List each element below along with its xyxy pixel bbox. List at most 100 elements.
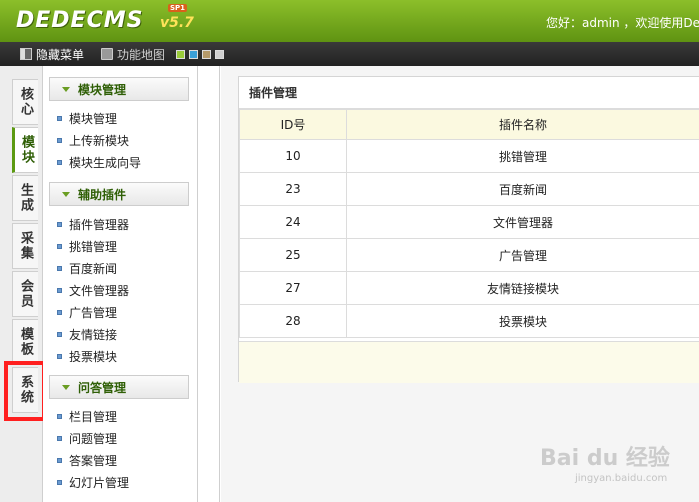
menu-item-question-manage[interactable]: 问题管理 bbox=[57, 429, 117, 447]
cell-id: 28 bbox=[239, 304, 347, 338]
tab-core[interactable]: 核心 bbox=[12, 79, 38, 125]
menu-item-label: 栏目管理 bbox=[69, 409, 118, 424]
menu-item-slideshow-manage[interactable]: 幻灯片管理 bbox=[57, 473, 129, 491]
table-row[interactable]: 23 百度新闻 bbox=[239, 172, 699, 206]
function-map-button[interactable]: 功能地图 bbox=[101, 46, 165, 62]
menu-item-baidu-news[interactable]: 百度新闻 bbox=[57, 259, 117, 277]
bullet-icon bbox=[57, 479, 62, 485]
menu-item-plugin-manager[interactable]: 插件管理器 bbox=[57, 215, 129, 233]
menu-item-ad-manage[interactable]: 广告管理 bbox=[57, 303, 117, 321]
collapse-triangle-icon bbox=[62, 384, 70, 390]
tab-template[interactable]: 模板 bbox=[12, 319, 38, 365]
menu-item-label: 模块生成向导 bbox=[69, 155, 142, 170]
welcome-text: 您好：admin ，欢迎使用De bbox=[546, 16, 699, 30]
bullet-icon bbox=[57, 435, 62, 441]
bullet-icon bbox=[57, 243, 62, 249]
menu-item-file-manager[interactable]: 文件管理器 bbox=[57, 281, 129, 299]
main-tab-column: 核心 模块 生成 采集 会员 模板 系统 bbox=[0, 66, 43, 502]
menu-section-title: 问答管理 bbox=[78, 380, 127, 395]
menu-section-title: 辅助插件 bbox=[78, 187, 127, 202]
app-root: DEDECMS SP1 v5.7 您好：admin ，欢迎使用De 隐藏菜单 功… bbox=[0, 0, 699, 502]
panel-title: 插件管理 bbox=[239, 77, 699, 109]
menu-section-qa[interactable]: 问答管理 bbox=[49, 375, 189, 399]
bullet-icon bbox=[57, 287, 62, 293]
version-label: v5.7 bbox=[160, 15, 194, 31]
cell-id: 24 bbox=[239, 205, 347, 239]
bullet-icon bbox=[57, 265, 62, 271]
theme-swatch-brown[interactable] bbox=[202, 50, 211, 59]
cell-id: 10 bbox=[239, 139, 347, 173]
dedecms-logo: DEDECMS bbox=[16, 8, 144, 33]
cell-name: 挑错管理 bbox=[346, 139, 699, 173]
plugin-table: ID号 插件名称 10 挑错管理 23 百度新闻 24 文件管理器 25 广告管理 27… bbox=[239, 109, 699, 338]
cell-name: 投票模块 bbox=[346, 304, 699, 338]
table-header-row: ID号 插件名称 bbox=[239, 109, 699, 140]
menu-item-label: 百度新闻 bbox=[69, 261, 118, 276]
table-row[interactable]: 25 广告管理 bbox=[239, 238, 699, 272]
menu-item-module-wizard[interactable]: 模块生成向导 bbox=[57, 153, 141, 171]
table-row[interactable]: 24 文件管理器 bbox=[239, 205, 699, 239]
hide-menu-button[interactable]: 隐藏菜单 bbox=[20, 46, 84, 62]
menu-item-friend-links[interactable]: 友情链接 bbox=[57, 325, 117, 343]
cell-name: 文件管理器 bbox=[346, 205, 699, 239]
cell-id: 23 bbox=[239, 172, 347, 206]
menu-item-error-manage[interactable]: 挑错管理 bbox=[57, 237, 117, 255]
bullet-icon bbox=[57, 159, 62, 165]
column-header-id: ID号 bbox=[239, 109, 347, 140]
hide-menu-icon bbox=[20, 48, 32, 60]
red-highlight-box bbox=[4, 361, 46, 421]
menu-item-label: 广告管理 bbox=[69, 305, 118, 320]
bullet-icon bbox=[57, 115, 62, 121]
cell-id: 27 bbox=[239, 271, 347, 305]
bullet-icon bbox=[57, 137, 62, 143]
collapse-triangle-icon bbox=[62, 86, 70, 92]
column-header-name: 插件名称 bbox=[346, 109, 699, 140]
toolbar: 隐藏菜单 功能地图 bbox=[0, 42, 699, 66]
menu-item-vote-module[interactable]: 投票模块 bbox=[57, 347, 117, 365]
menu-item-label: 上传新模块 bbox=[69, 133, 130, 148]
cell-name: 百度新闻 bbox=[346, 172, 699, 206]
cell-name: 友情链接模块 bbox=[346, 271, 699, 305]
table-row[interactable]: 28 投票模块 bbox=[239, 304, 699, 338]
top-header: DEDECMS SP1 v5.7 您好：admin ，欢迎使用De bbox=[0, 0, 699, 42]
menu-item-module-manage[interactable]: 模块管理 bbox=[57, 109, 117, 127]
tab-module[interactable]: 模块 bbox=[12, 127, 38, 173]
tab-member[interactable]: 会员 bbox=[12, 271, 38, 317]
menu-item-label: 投票模块 bbox=[69, 349, 118, 364]
hide-menu-label: 隐藏菜单 bbox=[36, 47, 85, 62]
bullet-icon bbox=[57, 331, 62, 337]
theme-swatch-gray[interactable] bbox=[215, 50, 224, 59]
menu-item-upload-module[interactable]: 上传新模块 bbox=[57, 131, 129, 149]
map-icon bbox=[101, 48, 113, 60]
sp1-badge: SP1 bbox=[168, 4, 188, 12]
bullet-icon bbox=[57, 353, 62, 359]
menu-item-label: 友情链接 bbox=[69, 327, 118, 342]
main-content: 插件管理 ID号 插件名称 10 挑错管理 23 百度新闻 24 文件管理器 25 广告… bbox=[221, 66, 699, 502]
frame-splitter[interactable] bbox=[198, 66, 220, 502]
table-row[interactable]: 10 挑错管理 bbox=[239, 139, 699, 173]
table-row[interactable]: 27 友情链接模块 bbox=[239, 271, 699, 305]
menu-item-label: 插件管理器 bbox=[69, 217, 130, 232]
collapse-triangle-icon bbox=[62, 191, 70, 197]
menu-item-label: 答案管理 bbox=[69, 453, 118, 468]
bullet-icon bbox=[57, 309, 62, 315]
sidebar-menu: 模块管理 模块管理 上传新模块 模块生成向导 辅助插件 插件管理器 挑错管理 百… bbox=[43, 66, 198, 502]
baidu-watermark-url: jingyan.baidu.com bbox=[575, 473, 668, 484]
plugin-manager-panel: 插件管理 ID号 插件名称 10 挑错管理 23 百度新闻 24 文件管理器 25 广告… bbox=[238, 76, 699, 383]
tab-generate[interactable]: 生成 bbox=[12, 175, 38, 221]
tab-collect[interactable]: 采集 bbox=[12, 223, 38, 269]
menu-section-plugins[interactable]: 辅助插件 bbox=[49, 182, 189, 206]
cell-name: 广告管理 bbox=[346, 238, 699, 272]
menu-item-label: 幻灯片管理 bbox=[69, 475, 130, 490]
bullet-icon bbox=[57, 457, 62, 463]
menu-item-column-manage[interactable]: 栏目管理 bbox=[57, 407, 117, 425]
menu-section-title: 模块管理 bbox=[78, 82, 127, 97]
baidu-watermark: Bai du 经验 bbox=[540, 446, 670, 471]
menu-item-label: 模块管理 bbox=[69, 111, 118, 126]
theme-swatch-blue[interactable] bbox=[189, 50, 198, 59]
menu-item-label: 问题管理 bbox=[69, 431, 118, 446]
menu-item-answer-manage[interactable]: 答案管理 bbox=[57, 451, 117, 469]
theme-swatch-green[interactable] bbox=[176, 50, 185, 59]
bullet-icon bbox=[57, 413, 62, 419]
menu-section-module[interactable]: 模块管理 bbox=[49, 77, 189, 101]
